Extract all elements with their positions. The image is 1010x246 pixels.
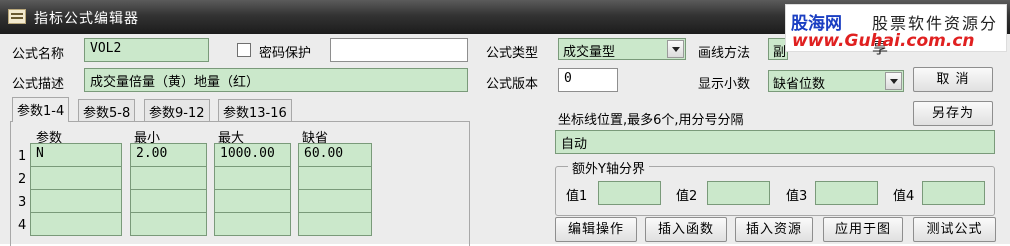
param-name-input[interactable] <box>30 166 122 190</box>
formula-desc-label: 公式描述 <box>12 77 65 92</box>
param-name-input[interactable]: N <box>30 143 122 167</box>
save-as-button[interactable]: 另存为 <box>913 101 993 126</box>
param-min-input[interactable]: 2.00 <box>130 143 207 167</box>
decimal-label: 显示小数 <box>698 77 751 92</box>
chevron-down-icon[interactable] <box>885 72 902 90</box>
password-label: 密码保护 <box>259 46 312 61</box>
watermark-logo: 股海网 股票软件资源分享 www.Guhai.com.cn <box>785 4 1007 57</box>
param-max-input[interactable]: 1000.00 <box>214 143 291 167</box>
formula-type-label: 公式类型 <box>486 46 539 61</box>
insert-resource-button[interactable]: 插入资源 <box>735 217 813 242</box>
watermark-url: www.Guhai.com.cn <box>792 31 975 51</box>
formula-name-label: 公式名称 <box>12 47 65 62</box>
param-max-input[interactable] <box>214 189 291 213</box>
coord-lines-label: 坐标线位置,最多6个,用分号分隔 <box>558 113 744 128</box>
tab-params-9-12[interactable]: 参数9-12 <box>144 99 210 121</box>
param-default-input[interactable] <box>298 166 372 190</box>
param-row-number: 1 <box>18 149 27 164</box>
extra-y-value1-label: 值1 <box>566 189 588 204</box>
tab-params-5-8[interactable]: 参数5-8 <box>78 99 136 121</box>
formula-type-select[interactable]: 成交量型 <box>558 38 686 60</box>
param-row-number: 3 <box>18 195 27 210</box>
param-row-number: 2 <box>18 172 27 187</box>
param-name-input[interactable] <box>30 212 122 236</box>
formula-version-input[interactable]: 0 <box>558 68 618 92</box>
param-name-input[interactable] <box>30 189 122 213</box>
formula-desc-input[interactable]: 成交量倍量（黄）地量（红） <box>84 68 468 92</box>
extra-y-value4-label: 值4 <box>893 189 915 204</box>
extra-y-value2-label: 值2 <box>676 189 698 204</box>
app-icon <box>8 9 26 24</box>
edit-operations-button[interactable]: 编辑操作 <box>555 217 637 242</box>
extra-y-value4-input[interactable] <box>922 181 985 205</box>
param-default-input[interactable] <box>298 212 372 236</box>
extra-y-value3-label: 值3 <box>786 189 808 204</box>
decimal-select[interactable]: 缺省位数 <box>768 70 904 92</box>
param-min-input[interactable] <box>130 212 207 236</box>
test-formula-button[interactable]: 测试公式 <box>913 217 996 242</box>
extra-y-value1-input[interactable] <box>598 181 661 205</box>
tab-params-1-4[interactable]: 参数1-4 <box>12 97 70 122</box>
param-max-input[interactable] <box>214 212 291 236</box>
apply-to-chart-button[interactable]: 应用于图 <box>823 217 903 242</box>
tab-params-13-16[interactable]: 参数13-16 <box>218 99 292 121</box>
cancel-button[interactable]: 取 消 <box>913 67 993 92</box>
insert-function-button[interactable]: 插入函数 <box>645 217 727 242</box>
param-row-number: 4 <box>18 218 27 233</box>
coord-lines-input[interactable]: 自动 <box>555 130 995 154</box>
chevron-down-icon[interactable] <box>667 40 684 58</box>
password-input[interactable] <box>330 38 468 62</box>
formula-editor-window: 指标公式编辑器 x 股海网 股票软件资源分享 www.Guhai.com.cn … <box>0 0 1010 246</box>
param-min-input[interactable] <box>130 166 207 190</box>
param-max-input[interactable] <box>214 166 291 190</box>
extra-y-value2-input[interactable] <box>707 181 770 205</box>
formula-type-value: 成交量型 <box>563 45 616 60</box>
decimal-value: 缺省位数 <box>773 77 826 92</box>
param-default-input[interactable] <box>298 189 372 213</box>
formula-version-label: 公式版本 <box>486 77 539 92</box>
password-checkbox[interactable] <box>237 43 251 57</box>
extra-y-axis-title: 额外Y轴分界 <box>568 158 649 177</box>
draw-method-label: 画线方法 <box>698 46 751 61</box>
extra-y-value3-input[interactable] <box>815 181 878 205</box>
param-min-input[interactable] <box>130 189 207 213</box>
formula-name-input[interactable]: VOL2 <box>84 38 209 62</box>
window-title: 指标公式编辑器 <box>34 11 139 27</box>
param-default-input[interactable]: 60.00 <box>298 143 372 167</box>
